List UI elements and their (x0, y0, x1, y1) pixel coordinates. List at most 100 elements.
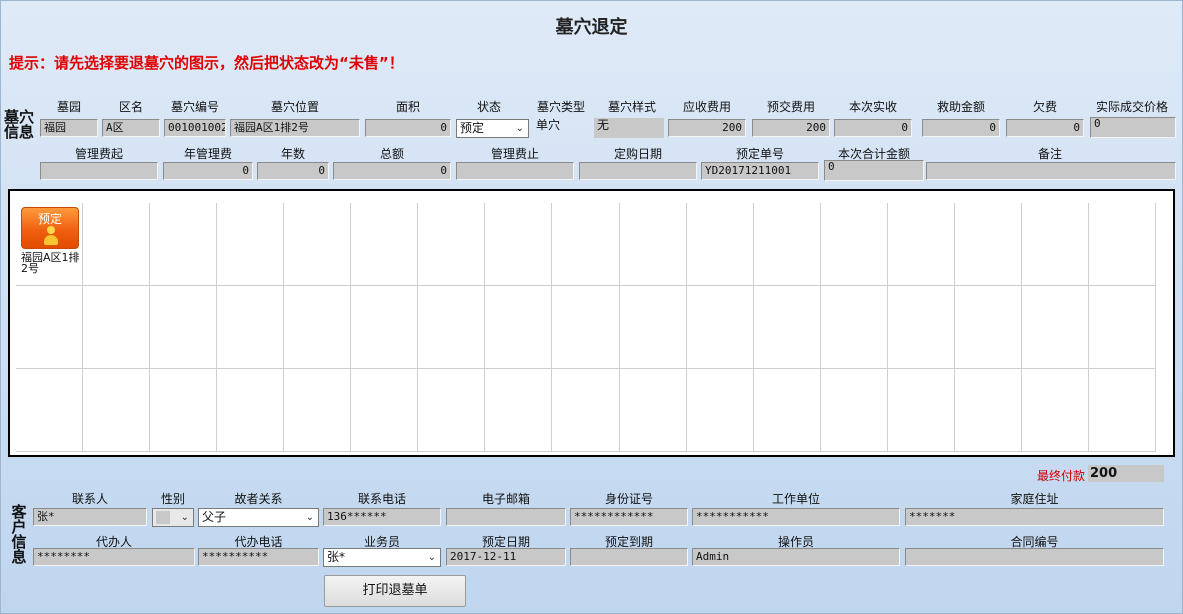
receivable-field[interactable]: 200 (668, 119, 746, 137)
person-icon (44, 226, 58, 246)
grid-cell (753, 203, 821, 286)
grid-cell (418, 203, 486, 286)
grid-cell (686, 286, 754, 369)
label-aid: 救助金额 (936, 100, 985, 114)
actual-price-field[interactable]: 0 (1090, 117, 1176, 138)
grid-cell (284, 369, 352, 452)
reserve-expire-field[interactable] (570, 548, 688, 566)
grid-cell (150, 369, 218, 452)
grid-cell (1088, 286, 1156, 369)
prepaid-field[interactable]: 200 (752, 119, 830, 137)
label-id-no: 身份证号 (604, 492, 653, 506)
label-gender: 性别 (160, 492, 185, 506)
label-prepaid: 预交费用 (766, 100, 815, 114)
grid-cell (418, 369, 486, 452)
grid-cell (887, 203, 955, 286)
hint-text: 提示：请先选择要退墓穴的图示，然后把状态改为“未售”！ (9, 54, 404, 72)
received-now-field[interactable]: 0 (834, 119, 912, 137)
contract-no-field[interactable] (905, 548, 1164, 566)
status-select-value: 预定 (460, 121, 485, 135)
label-reserve-no: 预定单号 (735, 147, 784, 161)
grid-cell (16, 369, 84, 452)
label-location: 墓穴位置 (270, 100, 319, 114)
grid-cell (217, 203, 285, 286)
employer-field[interactable]: *********** (692, 508, 900, 526)
label-mgmt-end: 管理费止 (490, 147, 539, 161)
phone-field[interactable]: 136****** (323, 508, 441, 526)
years-field[interactable]: 0 (257, 162, 329, 180)
salesman-select[interactable]: 张* ⌄ (323, 548, 441, 567)
grid-cell (83, 286, 151, 369)
grid-cell (351, 369, 419, 452)
location-field[interactable]: 福园A区1排2号 (230, 119, 360, 137)
annual-fee-field[interactable]: 0 (163, 162, 253, 180)
label-grave-no: 墓穴编号 (170, 100, 219, 114)
grid-cell (753, 286, 821, 369)
grid-cell (351, 286, 419, 369)
customer-section-label: 客户信息 (11, 503, 27, 566)
grave-no-field[interactable]: 001001002 (164, 119, 226, 137)
aid-field[interactable]: 0 (922, 119, 1000, 137)
id-no-field[interactable]: ************ (570, 508, 688, 526)
cemetery-field[interactable]: 福园 (40, 119, 98, 137)
grid-cell (485, 203, 553, 286)
email-field[interactable] (446, 508, 566, 526)
grid-cell (418, 286, 486, 369)
print-refund-button[interactable]: 打印退墓单 (324, 575, 466, 607)
address-field[interactable]: ******* (905, 508, 1164, 526)
label-contact: 联系人 (71, 492, 108, 506)
grave-tile-button[interactable]: 预定 (21, 207, 79, 249)
grid-cell (552, 369, 620, 452)
order-date-field[interactable] (579, 162, 697, 180)
label-cemetery: 墓园 (56, 100, 81, 114)
grid-cell (150, 286, 218, 369)
grave-grid-panel: 预定 福园A区1排2号 (8, 189, 1175, 457)
owed-field[interactable]: 0 (1006, 119, 1084, 137)
operator-field[interactable]: Admin (692, 548, 900, 566)
reserve-date-field[interactable]: 2017-12-11 (446, 548, 566, 566)
grave-tile-status: 预定 (37, 212, 62, 226)
label-actual-price: 实际成交价格 (1095, 100, 1168, 114)
grid-cell (1021, 203, 1089, 286)
grid-cell (887, 369, 955, 452)
gender-select[interactable]: ⌄ (152, 508, 194, 527)
grid-cell (619, 203, 687, 286)
label-total: 总额 (379, 147, 404, 161)
grid-cell (1021, 286, 1089, 369)
grave-grid (16, 203, 1156, 452)
grid-cell (284, 203, 352, 286)
agent-field[interactable]: ******** (33, 548, 195, 566)
chevron-down-icon: ⌄ (515, 123, 524, 134)
label-owed: 欠费 (1032, 100, 1057, 114)
grid-cell (16, 286, 84, 369)
label-annual-fee: 年管理费 (183, 147, 232, 161)
page-title: 墓穴退定 (555, 17, 628, 38)
grid-cell (1021, 369, 1089, 452)
contact-field[interactable]: 张* (33, 508, 147, 526)
area-name-field[interactable]: A区 (102, 119, 160, 137)
size-field[interactable]: 0 (365, 119, 451, 137)
total-field[interactable]: 0 (333, 162, 451, 180)
grid-cell (485, 286, 553, 369)
mgmt-start-field[interactable] (40, 162, 158, 180)
chevron-down-icon: ⌄ (180, 512, 189, 523)
label-status: 状态 (476, 100, 501, 114)
grid-cell (954, 286, 1022, 369)
grid-cell (552, 286, 620, 369)
status-select[interactable]: 预定 ⌄ (456, 119, 529, 138)
grid-cell (820, 286, 888, 369)
salesman-select-value: 张* (327, 550, 346, 564)
grave-type-field: 单穴 (536, 118, 561, 132)
grave-tile[interactable]: 预定 福园A区1排2号 (21, 207, 81, 274)
grid-cell (954, 369, 1022, 452)
reserve-no-field[interactable]: YD20171211001 (701, 162, 819, 180)
label-grave-style: 墓穴样式 (607, 100, 656, 114)
grid-cell (351, 203, 419, 286)
agent-phone-field[interactable]: ********** (198, 548, 319, 566)
label-remark: 备注 (1037, 147, 1062, 161)
relation-select[interactable]: 父子 ⌄ (198, 508, 319, 527)
grid-cell (954, 203, 1022, 286)
remark-field[interactable] (926, 162, 1176, 180)
total-now-field[interactable]: 0 (824, 160, 924, 181)
mgmt-end-field[interactable] (456, 162, 574, 180)
